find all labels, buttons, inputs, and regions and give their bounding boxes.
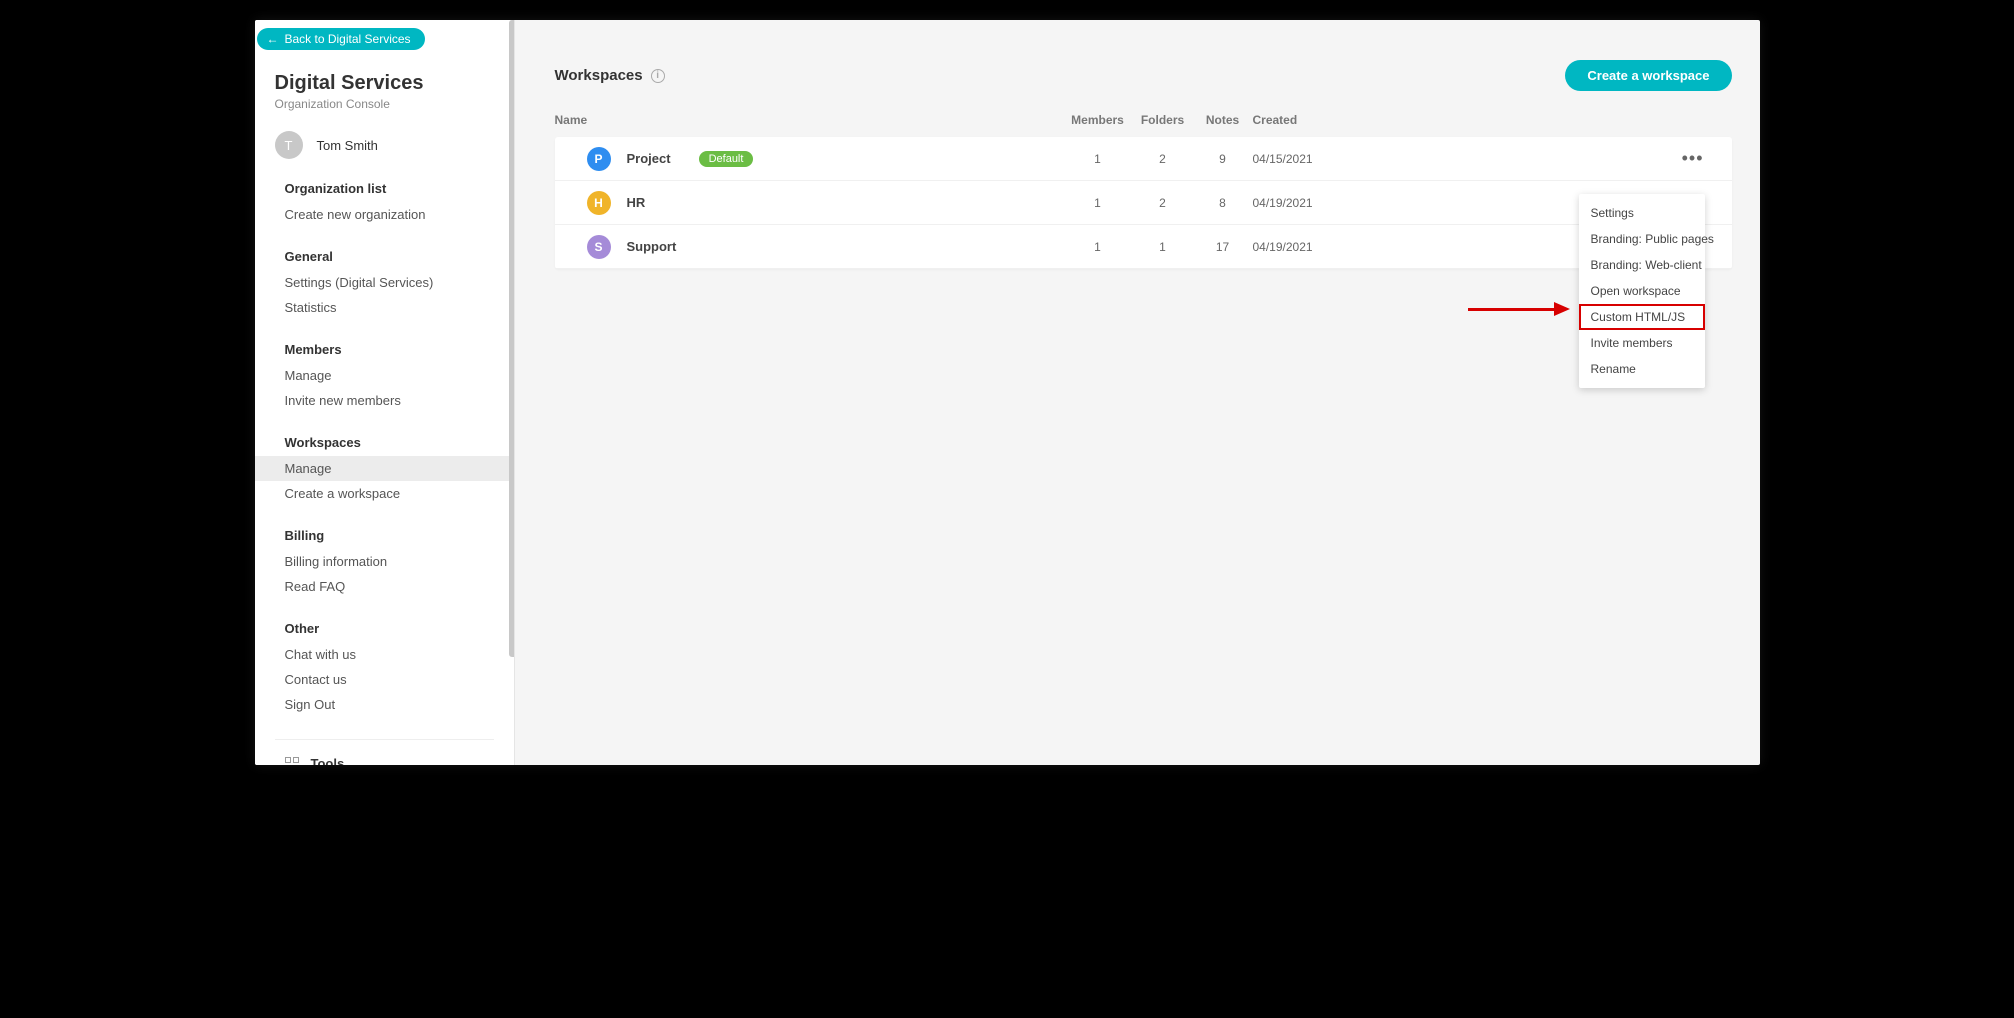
sidebar-item[interactable]: Statistics bbox=[255, 295, 514, 320]
col-created: Created bbox=[1253, 113, 1672, 127]
cell-folders: 1 bbox=[1133, 240, 1193, 254]
col-name: Name bbox=[555, 113, 1063, 127]
context-menu-item[interactable]: Branding: Public pages bbox=[1579, 226, 1705, 252]
workspace-name-cell: P Project Default bbox=[555, 147, 1063, 171]
sidebar: ← Back to Digital Services Digital Servi… bbox=[255, 20, 515, 765]
workspace-avatar: H bbox=[587, 191, 611, 215]
sidebar-section-header: Other bbox=[285, 621, 514, 636]
context-menu-item[interactable]: Branding: Web-client bbox=[1579, 252, 1705, 278]
info-icon[interactable]: i bbox=[651, 69, 665, 83]
tools-row[interactable]: Tools bbox=[285, 756, 514, 765]
sidebar-item[interactable]: Chat with us bbox=[255, 642, 514, 667]
arrow-left-icon: ← bbox=[267, 32, 279, 46]
workspace-name: Support bbox=[627, 239, 677, 254]
more-icon[interactable]: ••• bbox=[1672, 148, 1732, 169]
sidebar-section-header: Billing bbox=[285, 528, 514, 543]
divider bbox=[275, 739, 494, 740]
context-menu-item[interactable]: Custom HTML/JS bbox=[1579, 304, 1705, 330]
context-menu-item[interactable]: Rename bbox=[1579, 356, 1705, 382]
annotation-arrow bbox=[1468, 302, 1570, 316]
cell-folders: 2 bbox=[1133, 152, 1193, 166]
table-row[interactable]: SSupport111704/19/2021••• bbox=[555, 225, 1732, 269]
cell-members: 1 bbox=[1063, 240, 1133, 254]
create-workspace-button[interactable]: Create a workspace bbox=[1565, 60, 1731, 91]
sidebar-item[interactable]: Billing information bbox=[255, 549, 514, 574]
cell-members: 1 bbox=[1063, 152, 1133, 166]
sidebar-section-header: Organization list bbox=[285, 181, 514, 196]
avatar: T bbox=[275, 131, 303, 159]
scroll-thumb[interactable] bbox=[509, 20, 515, 657]
sidebar-item[interactable]: Manage bbox=[255, 363, 514, 388]
workspaces-table: PProjectDefault12904/15/2021•••HHR12804/… bbox=[555, 137, 1732, 269]
sidebar-item[interactable]: Sign Out bbox=[255, 692, 514, 717]
workspace-avatar: S bbox=[587, 235, 611, 259]
tools-label: Tools bbox=[311, 756, 345, 765]
back-to-org-button[interactable]: ← Back to Digital Services bbox=[257, 28, 425, 50]
sidebar-item[interactable]: Create a workspace bbox=[255, 481, 514, 506]
grid-icon bbox=[285, 757, 299, 766]
workspace-name: Project bbox=[627, 151, 671, 166]
workspace-name-cell: H HR bbox=[555, 191, 1063, 215]
back-pill-label: Back to Digital Services bbox=[285, 32, 411, 46]
context-menu-item[interactable]: Invite members bbox=[1579, 330, 1705, 356]
context-menu: SettingsBranding: Public pagesBranding: … bbox=[1579, 194, 1705, 388]
sidebar-item[interactable]: Read FAQ bbox=[255, 574, 514, 599]
workspace-avatar: P bbox=[587, 147, 611, 171]
user-name: Tom Smith bbox=[317, 138, 378, 153]
scroll-track bbox=[514, 20, 515, 765]
table-row[interactable]: P Project Default 12904/15/2021••• bbox=[555, 137, 1732, 181]
cell-notes: 17 bbox=[1193, 240, 1253, 254]
current-user[interactable]: T Tom Smith bbox=[275, 131, 514, 159]
col-members: Members bbox=[1063, 113, 1133, 127]
titlebar: Workspaces i Create a workspace bbox=[555, 60, 1732, 91]
sidebar-item[interactable]: Contact us bbox=[255, 667, 514, 692]
sidebar-item[interactable]: Create new organization bbox=[255, 202, 514, 227]
workspace-name-cell: S Support bbox=[555, 235, 1063, 259]
sidebar-section: Billing Billing informationRead FAQ bbox=[255, 528, 514, 599]
sidebar-section: Other Chat with usContact usSign Out bbox=[255, 621, 514, 717]
sidebar-section: General Settings (Digital Services)Statis… bbox=[255, 249, 514, 320]
col-notes: Notes bbox=[1193, 113, 1253, 127]
page-title-text: Workspaces bbox=[555, 67, 643, 84]
cell-created: 04/15/2021 bbox=[1253, 152, 1672, 166]
context-menu-item[interactable]: Open workspace bbox=[1579, 278, 1705, 304]
main-content: Workspaces i Create a workspace Name Mem… bbox=[527, 20, 1760, 765]
workspace-name: HR bbox=[627, 195, 646, 210]
cell-folders: 2 bbox=[1133, 196, 1193, 210]
sidebar-section: Workspaces ManageCreate a workspace bbox=[255, 435, 514, 506]
page-title: Workspaces i bbox=[555, 67, 665, 84]
cell-notes: 9 bbox=[1193, 152, 1253, 166]
table-header: Name Members Folders Notes Created bbox=[555, 113, 1732, 137]
sidebar-item[interactable]: Invite new members bbox=[255, 388, 514, 413]
default-badge: Default bbox=[699, 151, 754, 167]
cell-members: 1 bbox=[1063, 196, 1133, 210]
table-row[interactable]: HHR12804/19/2021••• bbox=[555, 181, 1732, 225]
col-folders: Folders bbox=[1133, 113, 1193, 127]
sidebar-section-header: Members bbox=[285, 342, 514, 357]
org-title: Digital Services bbox=[275, 72, 514, 95]
context-menu-item[interactable]: Settings bbox=[1579, 200, 1705, 226]
app-frame: ← Back to Digital Services Digital Servi… bbox=[255, 20, 1760, 765]
org-subtitle: Organization Console bbox=[275, 97, 514, 111]
sidebar-item[interactable]: Manage bbox=[255, 456, 514, 481]
sidebar-section-header: General bbox=[285, 249, 514, 264]
sidebar-item[interactable]: Settings (Digital Services) bbox=[255, 270, 514, 295]
sidebar-section: Members ManageInvite new members bbox=[255, 342, 514, 413]
cell-notes: 8 bbox=[1193, 196, 1253, 210]
sidebar-section-header: Workspaces bbox=[285, 435, 514, 450]
sidebar-section: Organization list Create new organization bbox=[255, 181, 514, 227]
